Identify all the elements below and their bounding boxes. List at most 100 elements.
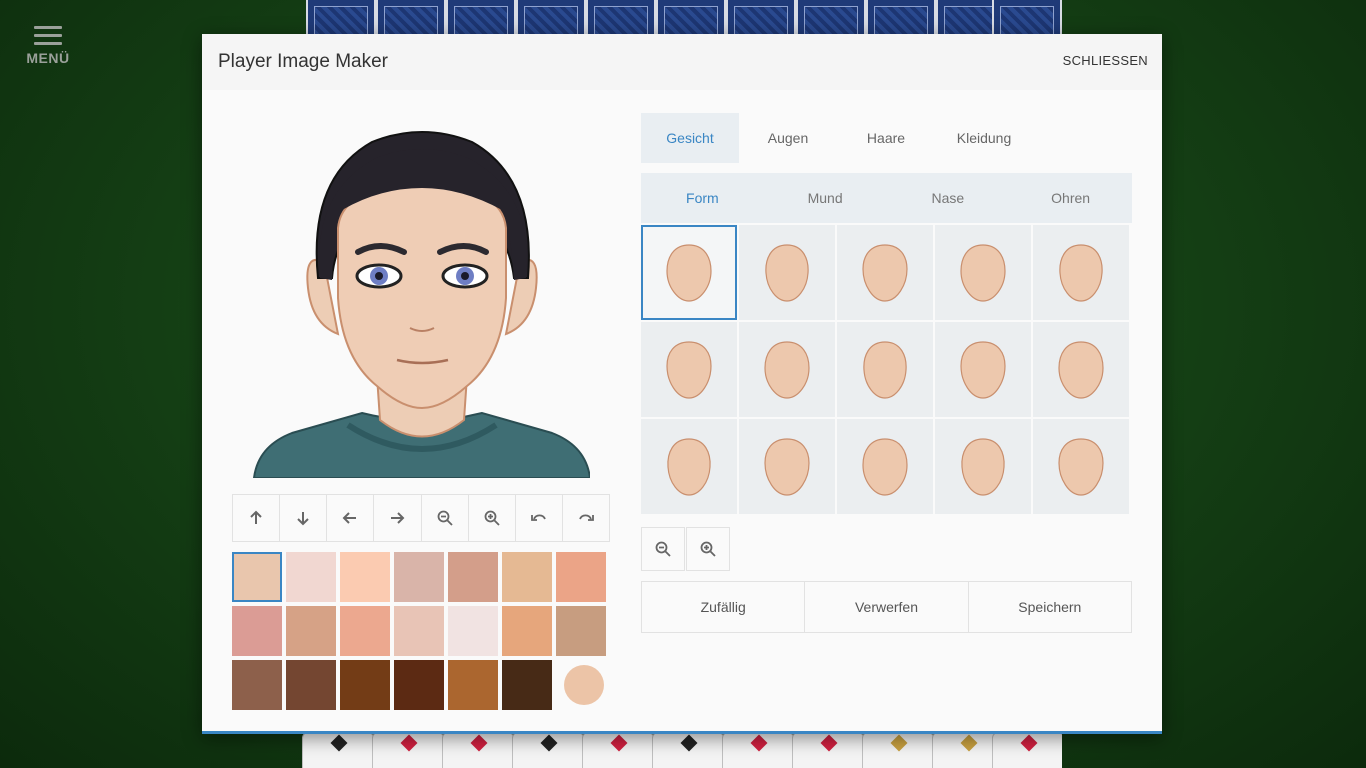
card-row-top xyxy=(302,0,1062,36)
face-shape-option[interactable] xyxy=(935,419,1031,514)
card-back xyxy=(866,0,936,36)
face-shape-icon xyxy=(863,340,907,399)
undo-button[interactable] xyxy=(516,495,563,541)
card-back xyxy=(376,0,446,36)
zoom-out-icon xyxy=(437,510,453,526)
zoom-in-button[interactable] xyxy=(469,495,516,541)
card-back xyxy=(726,0,796,36)
tab-haare[interactable]: Haare xyxy=(837,113,935,163)
dialog-title: Player Image Maker xyxy=(218,51,389,72)
face-shape-icon xyxy=(666,243,712,302)
category-tabs: Gesicht Augen Haare Kleidung xyxy=(641,113,1131,163)
subtab-mund[interactable]: Mund xyxy=(764,173,887,223)
custom-color-picker[interactable] xyxy=(564,665,604,705)
move-down-button[interactable] xyxy=(280,495,328,541)
face-shape-option[interactable] xyxy=(739,419,835,514)
face-shape-option[interactable] xyxy=(837,225,933,320)
action-bar: Zufällig Verwerfen Speichern xyxy=(641,581,1132,633)
grid-zoom-in-button[interactable] xyxy=(686,527,730,571)
color-swatch[interactable] xyxy=(502,552,552,602)
face-shape-icon xyxy=(960,243,1006,302)
face-shape-option[interactable] xyxy=(739,225,835,320)
face-shape-icon xyxy=(666,340,712,399)
arrow-up-icon xyxy=(250,510,262,524)
face-grid-row xyxy=(641,322,1133,417)
face-shape-option[interactable] xyxy=(1033,419,1129,514)
arrow-right-icon xyxy=(391,512,405,524)
card-back xyxy=(306,0,376,36)
color-swatch[interactable] xyxy=(394,552,444,602)
redo-button[interactable] xyxy=(563,495,609,541)
menu-button[interactable]: MENÜ xyxy=(24,26,72,66)
color-swatch[interactable] xyxy=(502,606,552,656)
save-button[interactable]: Speichern xyxy=(969,582,1131,632)
color-swatch[interactable] xyxy=(556,606,606,656)
card xyxy=(582,732,654,768)
face-shape-option[interactable] xyxy=(1033,225,1129,320)
face-shape-option[interactable] xyxy=(641,419,737,514)
face-shape-option[interactable] xyxy=(837,419,933,514)
close-button[interactable]: SCHLIESSEN xyxy=(1063,53,1148,68)
card-back xyxy=(992,0,1062,36)
face-shape-icon xyxy=(1059,243,1103,302)
skin-color-swatches xyxy=(232,552,612,714)
arrow-left-icon xyxy=(342,512,357,524)
face-shape-icon xyxy=(862,243,908,302)
color-swatch[interactable] xyxy=(340,660,390,710)
color-swatch[interactable] xyxy=(232,660,282,710)
zoom-out-button[interactable] xyxy=(422,495,469,541)
discard-button[interactable]: Verwerfen xyxy=(805,582,969,632)
face-shape-option[interactable] xyxy=(837,322,933,417)
random-button[interactable]: Zufällig xyxy=(642,582,806,632)
card xyxy=(302,732,374,768)
grid-zoom-out-button[interactable] xyxy=(641,527,685,571)
card-back xyxy=(656,0,726,36)
zoom-in-icon xyxy=(484,510,500,526)
move-right-button[interactable] xyxy=(374,495,422,541)
card xyxy=(512,732,584,768)
color-swatch[interactable] xyxy=(556,552,606,602)
color-swatch[interactable] xyxy=(394,660,444,710)
face-shape-icon xyxy=(667,437,711,496)
color-swatch[interactable] xyxy=(286,606,336,656)
move-up-button[interactable] xyxy=(233,495,281,541)
subtab-ohren[interactable]: Ohren xyxy=(1009,173,1132,223)
face-shape-option[interactable] xyxy=(739,322,835,417)
face-shape-icon xyxy=(764,340,810,399)
color-swatch[interactable] xyxy=(286,660,336,710)
card xyxy=(722,732,794,768)
face-shape-option[interactable] xyxy=(935,322,1031,417)
color-swatch[interactable] xyxy=(502,660,552,710)
face-shape-option[interactable] xyxy=(641,322,737,417)
redo-icon xyxy=(579,514,594,521)
player-image-maker-dialog: Player Image Maker SCHLIESSEN Gesicht Au… xyxy=(202,34,1162,734)
face-shape-option[interactable] xyxy=(1033,322,1129,417)
face-shape-icon xyxy=(1058,437,1104,496)
card-back xyxy=(516,0,586,36)
card xyxy=(992,732,1062,768)
avatar-toolbar xyxy=(232,494,610,542)
move-left-button[interactable] xyxy=(327,495,375,541)
tab-gesicht[interactable]: Gesicht xyxy=(641,113,739,163)
color-swatch[interactable] xyxy=(232,552,282,602)
color-swatch[interactable] xyxy=(448,606,498,656)
color-swatch[interactable] xyxy=(448,552,498,602)
avatar-preview xyxy=(252,128,592,479)
undo-icon xyxy=(530,514,546,521)
tab-augen[interactable]: Augen xyxy=(739,113,837,163)
color-swatch[interactable] xyxy=(232,606,282,656)
color-swatch[interactable] xyxy=(448,660,498,710)
subtab-form[interactable]: Form xyxy=(641,173,764,223)
color-swatch[interactable] xyxy=(394,606,444,656)
color-swatch[interactable] xyxy=(340,606,390,656)
subtab-nase[interactable]: Nase xyxy=(887,173,1010,223)
face-shape-grid xyxy=(641,225,1133,516)
tab-kleidung[interactable]: Kleidung xyxy=(935,113,1033,163)
card xyxy=(442,732,514,768)
color-swatch[interactable] xyxy=(340,552,390,602)
face-shape-option[interactable] xyxy=(641,225,737,320)
face-shape-option[interactable] xyxy=(935,225,1031,320)
card xyxy=(372,732,444,768)
card-back xyxy=(446,0,516,36)
color-swatch[interactable] xyxy=(286,552,336,602)
